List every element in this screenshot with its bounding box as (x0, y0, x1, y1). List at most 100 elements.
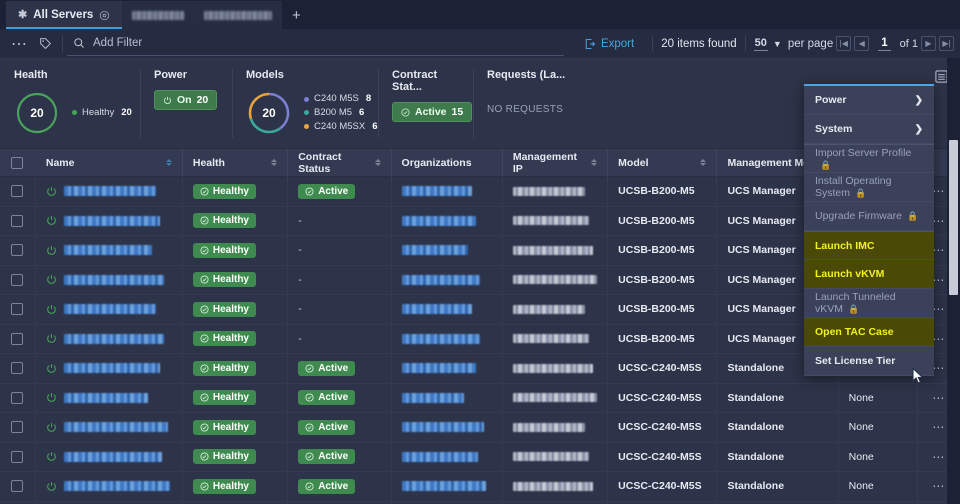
ellipsis-icon[interactable]: ⋯ (6, 31, 32, 57)
scrollbar-thumb[interactable] (949, 140, 958, 295)
row-checkbox-cell[interactable] (0, 265, 36, 295)
cell-name[interactable] (36, 383, 183, 413)
first-page-icon[interactable]: |◀ (836, 36, 851, 51)
cell-model: UCSC-C240-M5S (608, 413, 717, 443)
menu-item-power[interactable]: Power❯ (804, 86, 934, 115)
row-checkbox[interactable] (11, 451, 23, 463)
column-header-name[interactable]: Name (36, 149, 183, 177)
management-ip-redacted (513, 364, 593, 373)
gear-icon[interactable] (99, 10, 110, 21)
sort-icon-name[interactable] (166, 159, 172, 166)
row-actions-icon[interactable]: ⋯ (932, 273, 946, 287)
table-row[interactable]: Healthy Active UCSC-C240-M5S Standalone … (0, 413, 960, 443)
tab-secondary-2[interactable] (194, 1, 282, 29)
management-mode-value: Standalone (727, 451, 784, 463)
menu-item-launch-vkvm[interactable]: Launch vKVM (804, 260, 934, 289)
check-circle-icon (305, 482, 314, 491)
row-actions-icon[interactable]: ⋯ (932, 332, 946, 346)
row-checkbox-cell[interactable] (0, 383, 36, 413)
power-on-badge[interactable]: On 20 (154, 90, 217, 110)
row-checkbox-cell[interactable] (0, 206, 36, 236)
cell-name[interactable] (36, 354, 183, 384)
row-actions-icon[interactable]: ⋯ (932, 214, 946, 228)
chevron-down-icon[interactable]: ▼ (773, 39, 782, 49)
add-tab-button[interactable]: + (282, 1, 310, 29)
vertical-scrollbar[interactable] (947, 58, 960, 504)
column-header-contract-status[interactable]: Contract Status (288, 149, 391, 177)
row-checkbox-cell[interactable] (0, 236, 36, 266)
prev-page-icon[interactable]: ◀ (854, 36, 869, 51)
row-checkbox-cell[interactable] (0, 413, 36, 443)
cell-name[interactable] (36, 206, 183, 236)
sort-icon-management-ip[interactable] (591, 159, 597, 166)
power-icon (46, 245, 57, 256)
server-name-redacted (64, 304, 156, 314)
check-circle-icon (200, 275, 209, 284)
row-actions-icon[interactable]: ⋯ (932, 243, 946, 257)
select-all-header[interactable] (0, 149, 36, 177)
next-page-icon[interactable]: ▶ (921, 36, 936, 51)
row-checkbox[interactable] (11, 185, 23, 197)
empty-value: - (298, 274, 302, 286)
cell-name[interactable] (36, 236, 183, 266)
row-checkbox[interactable] (11, 244, 23, 256)
cell-name[interactable] (36, 177, 183, 207)
row-checkbox-cell[interactable] (0, 324, 36, 354)
row-checkbox[interactable] (11, 421, 23, 433)
row-actions-icon[interactable]: ⋯ (932, 302, 946, 316)
table-row[interactable]: Healthy Active UCSC-C240-M5S Standalone … (0, 443, 960, 473)
tab-all-servers[interactable]: ✱ All Servers (6, 1, 122, 29)
row-checkbox-cell[interactable] (0, 295, 36, 325)
row-checkbox-cell[interactable] (0, 177, 36, 207)
management-ip-redacted (513, 452, 589, 461)
column-header-model[interactable]: Model (608, 149, 717, 177)
per-page-select[interactable]: 50 (754, 37, 768, 51)
row-checkbox[interactable] (11, 274, 23, 286)
page-number-input[interactable]: 1 (878, 37, 890, 51)
menu-item-system[interactable]: System❯ (804, 115, 934, 144)
row-checkbox[interactable] (11, 333, 23, 345)
column-label-name: Name (46, 157, 75, 169)
tag-icon[interactable] (32, 31, 58, 57)
cell-name[interactable] (36, 472, 183, 502)
filter-field[interactable] (67, 32, 564, 56)
menu-item-launch-imc[interactable]: Launch IMC (804, 231, 934, 260)
last-page-icon[interactable]: ▶| (939, 36, 954, 51)
export-button[interactable]: Export (574, 38, 644, 50)
column-header-health[interactable]: Health (183, 149, 288, 177)
row-checkbox[interactable] (11, 392, 23, 404)
cell-name[interactable] (36, 324, 183, 354)
organization-redacted (402, 186, 472, 196)
cell-name[interactable] (36, 413, 183, 443)
row-checkbox[interactable] (11, 480, 23, 492)
search-input[interactable] (93, 37, 564, 49)
menu-item-open-tac-case[interactable]: Open TAC Case (804, 318, 934, 347)
menu-item-label: Upgrade Firmware🔒 (815, 210, 918, 222)
cell-name[interactable] (36, 442, 183, 472)
row-checkbox[interactable] (11, 303, 23, 315)
sort-icon-model[interactable] (700, 159, 706, 166)
row-actions-icon[interactable]: ⋯ (932, 420, 946, 434)
row-actions-icon[interactable]: ⋯ (932, 479, 946, 493)
row-checkbox-cell[interactable] (0, 472, 36, 502)
row-checkbox-cell[interactable] (0, 354, 36, 384)
table-row[interactable]: Healthy Active UCSC-C240-M5S Standalone … (0, 384, 960, 414)
column-header-organizations[interactable]: Organizations (392, 149, 503, 177)
row-checkbox[interactable] (11, 215, 23, 227)
row-checkbox-cell[interactable] (0, 442, 36, 472)
row-actions-icon[interactable]: ⋯ (932, 450, 946, 464)
sort-icon-contract-status[interactable] (375, 159, 381, 166)
row-actions-icon[interactable]: ⋯ (932, 361, 946, 375)
select-all-checkbox[interactable] (11, 157, 23, 169)
table-row[interactable]: Healthy Active UCSC-C240-M5S Standalone … (0, 472, 960, 502)
column-header-management-ip[interactable]: Management IP (503, 149, 608, 177)
sort-icon-health[interactable] (271, 159, 277, 166)
tab-secondary-1[interactable] (122, 1, 194, 29)
row-actions-icon[interactable]: ⋯ (932, 391, 946, 405)
cell-name[interactable] (36, 295, 183, 325)
contract-active-badge[interactable]: Active 15 (392, 102, 472, 122)
cell-name[interactable] (36, 265, 183, 295)
row-checkbox[interactable] (11, 362, 23, 374)
cell-organizations (392, 177, 503, 207)
row-actions-icon[interactable]: ⋯ (932, 184, 946, 198)
